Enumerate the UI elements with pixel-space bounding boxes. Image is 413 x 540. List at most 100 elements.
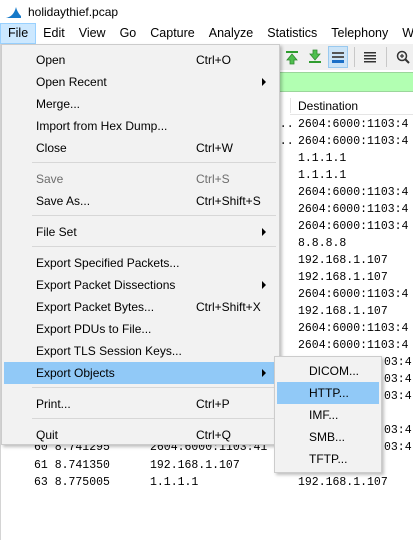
menu-item-label: Print... bbox=[36, 397, 71, 411]
menu-edit[interactable]: Edit bbox=[36, 23, 72, 44]
auto-scroll-button[interactable] bbox=[327, 46, 348, 68]
colorize-icon bbox=[364, 52, 377, 63]
submenu-item-tftp[interactable]: TFTP... bbox=[277, 448, 379, 470]
packet-number-time-cell: 61 8.741350 bbox=[34, 459, 110, 472]
column-separator bbox=[290, 98, 291, 113]
menu-separator bbox=[32, 215, 276, 216]
toolbar-separator bbox=[353, 47, 355, 67]
menu-item-export-specified-packets[interactable]: Export Specified Packets... bbox=[4, 252, 277, 274]
menu-item-label: Export TLS Session Keys... bbox=[36, 344, 182, 358]
menu-item-shortcut: Ctrl+S bbox=[196, 172, 230, 186]
menu-item-file-set[interactable]: File Set bbox=[4, 221, 277, 243]
destination-cell: 2604:6000:1103:4 bbox=[298, 288, 409, 301]
menu-item-label: Quit bbox=[36, 428, 59, 442]
colorize-button[interactable] bbox=[361, 46, 381, 68]
destination-cell: 8.8.8.8 bbox=[298, 237, 347, 250]
display-filter-input[interactable] bbox=[280, 72, 413, 92]
submenu-item-label: IMF... bbox=[309, 408, 339, 422]
menu-capture[interactable]: Capture bbox=[143, 23, 201, 44]
menu-item-label: Export Packet Bytes... bbox=[36, 300, 155, 314]
submenu-item-smb[interactable]: SMB... bbox=[277, 426, 379, 448]
menu-go[interactable]: Go bbox=[113, 23, 144, 44]
submenu-item-imf[interactable]: IMF... bbox=[277, 404, 379, 426]
menu-item-export-packet-dissections[interactable]: Export Packet Dissections bbox=[4, 274, 277, 296]
destination-column-header[interactable]: Destination bbox=[298, 99, 358, 113]
menu-item-merge[interactable]: Merge... bbox=[4, 93, 277, 115]
menu-analyze[interactable]: Analyze bbox=[202, 23, 260, 44]
menu-item-save[interactable]: Save Ctrl+S bbox=[4, 168, 277, 190]
destination-cell: 03:4 bbox=[384, 373, 412, 386]
menu-item-label: Save bbox=[36, 172, 64, 186]
menu-item-label: Export Packet Dissections bbox=[36, 278, 176, 292]
menu-file[interactable]: File bbox=[0, 23, 37, 44]
menu-item-open-recent[interactable]: Open Recent bbox=[4, 71, 277, 93]
go-last-packet-button[interactable] bbox=[305, 46, 325, 68]
menu-telephony[interactable]: Telephony bbox=[324, 23, 395, 44]
export-objects-submenu: DICOM... HTTP... IMF... SMB... TFTP... bbox=[274, 356, 382, 473]
menu-separator bbox=[32, 418, 276, 419]
toolbar-separator bbox=[386, 47, 388, 67]
window-title: holidaythief.pcap bbox=[28, 4, 119, 19]
submenu-item-label: HTTP... bbox=[309, 386, 349, 400]
menu-item-export-pdus[interactable]: Export PDUs to File... bbox=[4, 318, 277, 340]
go-first-packet-icon bbox=[285, 51, 298, 65]
submenu-item-http[interactable]: HTTP... bbox=[277, 382, 379, 404]
submenu-arrow-icon bbox=[262, 228, 266, 236]
packet-number-time-cell: 63 8.775005 bbox=[34, 476, 110, 489]
menu-separator bbox=[32, 162, 276, 163]
menu-item-shortcut: Ctrl+Shift+S bbox=[196, 194, 261, 208]
menu-wireless[interactable]: Wir bbox=[395, 23, 413, 44]
go-first-packet-button[interactable] bbox=[282, 46, 302, 68]
menu-item-label: Export Objects bbox=[36, 366, 115, 380]
menu-view[interactable]: View bbox=[72, 23, 113, 44]
menu-item-shortcut: Ctrl+O bbox=[196, 53, 232, 67]
menu-item-label: Export PDUs to File... bbox=[36, 322, 152, 336]
menu-item-shortcut: Ctrl+W bbox=[196, 141, 233, 155]
destination-cell: 2604:6000:1103:4 bbox=[298, 118, 409, 131]
submenu-item-label: DICOM... bbox=[309, 364, 359, 378]
destination-cell: 2604:6000:1103:4 bbox=[298, 135, 409, 148]
menu-item-label: Close bbox=[36, 141, 67, 155]
auto-scroll-icon bbox=[331, 52, 344, 63]
title-bar: holidaythief.pcap bbox=[0, 0, 413, 23]
destination-cell: 192.168.1.107 bbox=[298, 476, 388, 489]
destination-cell: 2604:6000:1103:4 bbox=[298, 339, 409, 352]
wireshark-fin-icon bbox=[6, 6, 21, 18]
packet-list-header: Destination bbox=[290, 96, 413, 115]
destination-cell: 03:4 bbox=[384, 356, 412, 369]
destination-cell: 03:4 bbox=[384, 390, 412, 403]
menu-item-open[interactable]: Open Ctrl+O bbox=[4, 49, 277, 71]
menu-item-print[interactable]: Print... Ctrl+P bbox=[4, 393, 277, 415]
zoom-in-icon bbox=[396, 50, 410, 64]
submenu-item-dicom[interactable]: DICOM... bbox=[277, 360, 379, 382]
submenu-item-label: TFTP... bbox=[309, 452, 348, 466]
menu-item-export-tls-keys[interactable]: Export TLS Session Keys... bbox=[4, 340, 277, 362]
file-menu: Open Ctrl+O Open Recent Merge... Import … bbox=[1, 44, 280, 445]
menu-item-label: Import from Hex Dump... bbox=[36, 119, 168, 133]
submenu-arrow-icon bbox=[262, 369, 266, 377]
menu-item-label: Open bbox=[36, 53, 66, 67]
menu-item-export-objects[interactable]: Export Objects bbox=[4, 362, 277, 384]
destination-cell: 2604:6000:1103:4 bbox=[298, 322, 409, 335]
menu-item-export-packet-bytes[interactable]: Export Packet Bytes... Ctrl+Shift+X bbox=[4, 296, 277, 318]
destination-cell: 1.1.1.1 bbox=[298, 169, 347, 182]
menu-item-shortcut: Ctrl+Q bbox=[196, 428, 232, 442]
menu-separator bbox=[32, 246, 276, 247]
submenu-arrow-icon bbox=[262, 281, 266, 289]
menu-item-save-as[interactable]: Save As... Ctrl+Shift+S bbox=[4, 190, 277, 212]
destination-cell: 192.168.1.107 bbox=[298, 305, 388, 318]
destination-cell: 2604:6000:1103:4 bbox=[298, 203, 409, 216]
destination-cell: 1.1.1.1 bbox=[298, 152, 347, 165]
menu-item-label: Open Recent bbox=[36, 75, 107, 89]
menu-item-shortcut: Ctrl+P bbox=[196, 397, 230, 411]
submenu-arrow-icon bbox=[262, 78, 266, 86]
menu-item-label: Export Specified Packets... bbox=[36, 256, 180, 270]
destination-cell: 192.168.1.107 bbox=[298, 271, 388, 284]
destination-cell: 2604:6000:1103:4 bbox=[298, 220, 409, 233]
zoom-in-button[interactable] bbox=[393, 46, 413, 68]
main-toolbar bbox=[280, 44, 413, 70]
menu-item-quit[interactable]: Quit Ctrl+Q bbox=[4, 424, 277, 446]
menu-item-close[interactable]: Close Ctrl+W bbox=[4, 137, 277, 159]
menu-item-import-hex-dump[interactable]: Import from Hex Dump... bbox=[4, 115, 277, 137]
menu-statistics[interactable]: Statistics bbox=[260, 23, 324, 44]
